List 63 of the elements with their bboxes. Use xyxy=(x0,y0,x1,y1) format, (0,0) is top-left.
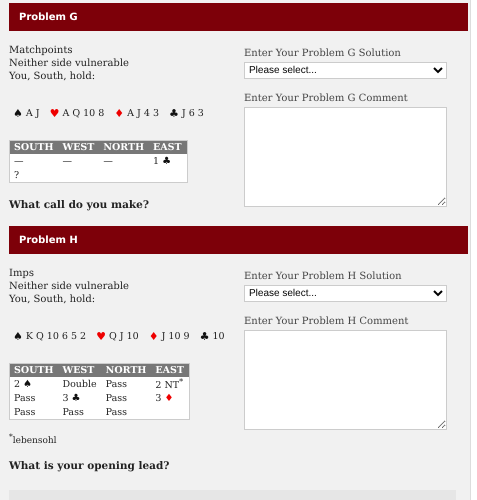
bid-text: — xyxy=(14,156,24,166)
bid-text: Pass xyxy=(106,378,128,390)
bid-text: 1 xyxy=(153,156,160,166)
column-header: NORTH xyxy=(99,140,150,154)
condition-text: Matchpoints xyxy=(9,44,74,57)
section-title: Problem G xyxy=(19,12,78,22)
card-holding: A J xyxy=(26,108,40,118)
spade-icon: ♠ xyxy=(13,330,23,342)
bid-text: Pass xyxy=(14,392,36,404)
heart-icon: ♥ xyxy=(50,106,60,120)
card-holding: A Q 10 8 xyxy=(62,108,104,118)
diamond-icon: ♦ xyxy=(114,106,124,120)
condition-text: You, South, hold: xyxy=(9,70,96,83)
card-holding: J 10 9 xyxy=(162,330,190,342)
bid-text: 2 NT$^{*}$ xyxy=(155,380,184,392)
condition-text: Imps xyxy=(9,267,35,280)
bid-text: ? xyxy=(14,170,20,180)
heart-icon: ♥ xyxy=(96,330,106,342)
condition-text: Neither side vulnerable xyxy=(9,57,130,70)
bid-text: 2 xyxy=(14,378,20,390)
diamond-icon: ♦ xyxy=(164,392,174,404)
club-icon: ♣ xyxy=(162,156,172,166)
card-holding: Q J 10 xyxy=(108,330,139,342)
field-label: Enter Your Problem H Comment xyxy=(244,315,410,328)
bid-text: — xyxy=(62,156,72,166)
footnote-text: $^{*}$lebensohl xyxy=(9,432,58,446)
solution-dropdown[interactable]: Please select... xyxy=(244,285,447,302)
club-icon: ♣ xyxy=(200,330,210,342)
bid-text: 3 xyxy=(62,392,69,404)
bid-text: Pass xyxy=(106,406,128,418)
comment-field[interactable] xyxy=(244,330,447,430)
diamond-icon: ♦ xyxy=(148,330,159,342)
question-text: What call do you make? xyxy=(9,199,150,211)
question-text: What is your opening lead? xyxy=(9,460,170,472)
column-header: WEST xyxy=(58,364,102,377)
column-header: EAST xyxy=(151,364,190,377)
card-holding: 10 xyxy=(212,330,225,342)
column-header: NORTH xyxy=(102,364,152,377)
column-header: SOUTH xyxy=(10,140,58,154)
spade-icon: ♠ xyxy=(23,378,32,390)
column-header: EAST xyxy=(149,140,188,154)
bid-text: Pass xyxy=(62,406,84,418)
bid-text: 3 xyxy=(155,392,162,404)
bid-text: Double xyxy=(62,378,97,390)
card-holding: K Q 10 6 5 2 xyxy=(26,330,86,342)
condition-text: You, South, hold: xyxy=(9,293,96,306)
bid-text: Pass xyxy=(106,392,128,404)
section-title: Problem H xyxy=(19,234,78,246)
bid-text: Pass xyxy=(14,406,36,418)
column-header: SOUTH xyxy=(10,364,58,377)
field-label: Enter Your Problem H Solution xyxy=(244,270,403,283)
solution-dropdown[interactable]: Please select... xyxy=(244,62,447,79)
card-holding: A J 4 3 xyxy=(127,108,159,118)
bid-text: — xyxy=(103,156,113,166)
card-holding: J 6 3 xyxy=(182,108,204,118)
field-label: Enter Your Problem G Solution xyxy=(244,47,402,60)
club-icon: ♣ xyxy=(169,106,179,120)
column-header: WEST xyxy=(58,140,100,154)
club-icon: ♣ xyxy=(72,392,80,404)
comment-field[interactable] xyxy=(244,107,447,207)
condition-text: Neither side vulnerable xyxy=(9,280,130,293)
spade-icon: ♠ xyxy=(13,106,23,120)
field-label: Enter Your Problem G Comment xyxy=(244,92,409,105)
